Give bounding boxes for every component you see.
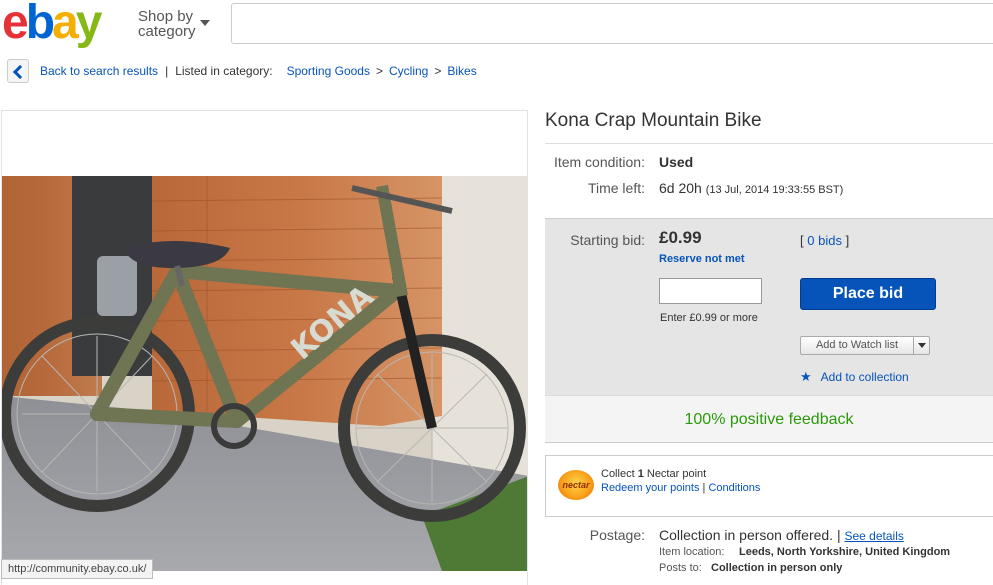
item-title: Kona Crap Mountain Bike xyxy=(545,110,762,131)
time-left-label: Time left: xyxy=(587,180,645,196)
nectar-panel: nectar Collect 1 Nectar point Redeem you… xyxy=(545,455,993,517)
shop-by-line1: Shop by xyxy=(138,8,194,25)
condition-value: Used xyxy=(659,154,694,170)
chevron-down-icon[interactable] xyxy=(913,337,929,354)
condition-label: Item condition: xyxy=(553,154,645,170)
nectar-divider: | xyxy=(702,482,706,494)
breadcrumb-chevron: > xyxy=(434,64,442,78)
breadcrumb-bikes[interactable]: Bikes xyxy=(447,58,476,84)
postage-text: Collection in person offered. xyxy=(659,527,834,543)
logo-letter-y: y xyxy=(75,0,103,49)
seller-feedback: 100% positive feedback xyxy=(684,411,854,428)
time-left-duration: 6d 20h xyxy=(659,180,702,196)
logo-letter-a: a xyxy=(52,0,79,49)
status-bar-url: http://community.ebay.co.uk/ xyxy=(1,559,154,579)
shop-by-line2: category xyxy=(138,23,196,40)
star-icon: ★ xyxy=(800,369,812,384)
bid-hint: Enter £0.99 or more xyxy=(660,312,758,324)
posts-to-value: Collection in person only xyxy=(711,562,843,574)
see-details-link[interactable]: See details xyxy=(845,529,904,543)
nectar-links: Redeem your points | Conditions xyxy=(601,482,760,494)
site-header: ebay Shop by category xyxy=(0,0,993,50)
search-input[interactable] xyxy=(231,3,993,44)
nectar-collect-text: Collect 1 Nectar point xyxy=(601,468,706,480)
breadcrumb-divider: | xyxy=(165,64,169,78)
back-arrow-icon[interactable] xyxy=(7,59,29,83)
logo-letter-e: e xyxy=(2,0,29,49)
breadcrumb-cycling[interactable]: Cycling xyxy=(389,58,428,84)
breadcrumb-chevron: > xyxy=(375,64,383,78)
time-left-end-date: (13 Jul, 2014 19:33:55 BST) xyxy=(705,184,844,196)
starting-bid-price: £0.99 xyxy=(659,228,702,247)
nectar-collect-prefix: Collect xyxy=(601,468,635,480)
item-location-label: Item location: xyxy=(659,546,725,558)
item-location-value: Leeds, North Yorkshire, United Kingdom xyxy=(739,546,951,558)
place-bid-button[interactable]: Place bid xyxy=(800,278,936,310)
add-to-collection-link[interactable]: ★ Add to collection xyxy=(800,369,909,385)
shop-by-category-button[interactable]: Shop by category xyxy=(138,8,210,40)
item-image-panel[interactable]: KONA xyxy=(1,110,528,585)
time-left-value: 6d 20h (13 Jul, 2014 19:33:55 BST) xyxy=(659,180,843,196)
collection-label: Add to collection xyxy=(820,370,909,384)
ebay-logo[interactable]: ebay xyxy=(2,0,103,49)
postage-divider: | xyxy=(836,527,841,543)
watch-list-label: Add to Watch list xyxy=(815,339,899,351)
postage-value: Collection in person offered. | See deta… xyxy=(659,527,904,543)
bid-count: [ 0 bids ] xyxy=(800,233,849,248)
title-divider xyxy=(545,143,993,144)
logo-letter-b: b xyxy=(25,0,55,49)
listed-in-label: Listed in category: xyxy=(175,64,273,78)
redeem-points-link[interactable]: Redeem your points xyxy=(601,482,699,494)
reserve-status: Reserve not met xyxy=(659,253,745,265)
bids-bracket-close: ] xyxy=(845,233,850,248)
item-photo[interactable]: KONA xyxy=(2,176,528,571)
nectar-collect-suffix: Nectar point xyxy=(646,468,707,480)
posts-to-label: Posts to: xyxy=(659,562,702,574)
bid-amount-input[interactable] xyxy=(659,278,762,304)
conditions-link[interactable]: Conditions xyxy=(708,482,760,494)
nectar-logo: nectar xyxy=(558,470,594,500)
nectar-points: 1 xyxy=(637,468,644,480)
starting-bid-label: Starting bid: xyxy=(570,232,645,248)
postage-label: Postage: xyxy=(589,527,645,543)
back-to-search-link[interactable]: Back to search results xyxy=(40,58,158,84)
bids-link[interactable]: 0 bids xyxy=(807,233,842,248)
bids-bracket-open: [ xyxy=(800,233,804,248)
chevron-down-icon xyxy=(200,20,210,26)
add-to-watch-list-button[interactable]: Add to Watch list xyxy=(800,336,930,355)
breadcrumb: Back to search results | Listed in categ… xyxy=(7,58,477,84)
breadcrumb-sporting-goods[interactable]: Sporting Goods xyxy=(287,58,370,84)
feedback-panel: 100% positive feedback xyxy=(545,395,993,443)
